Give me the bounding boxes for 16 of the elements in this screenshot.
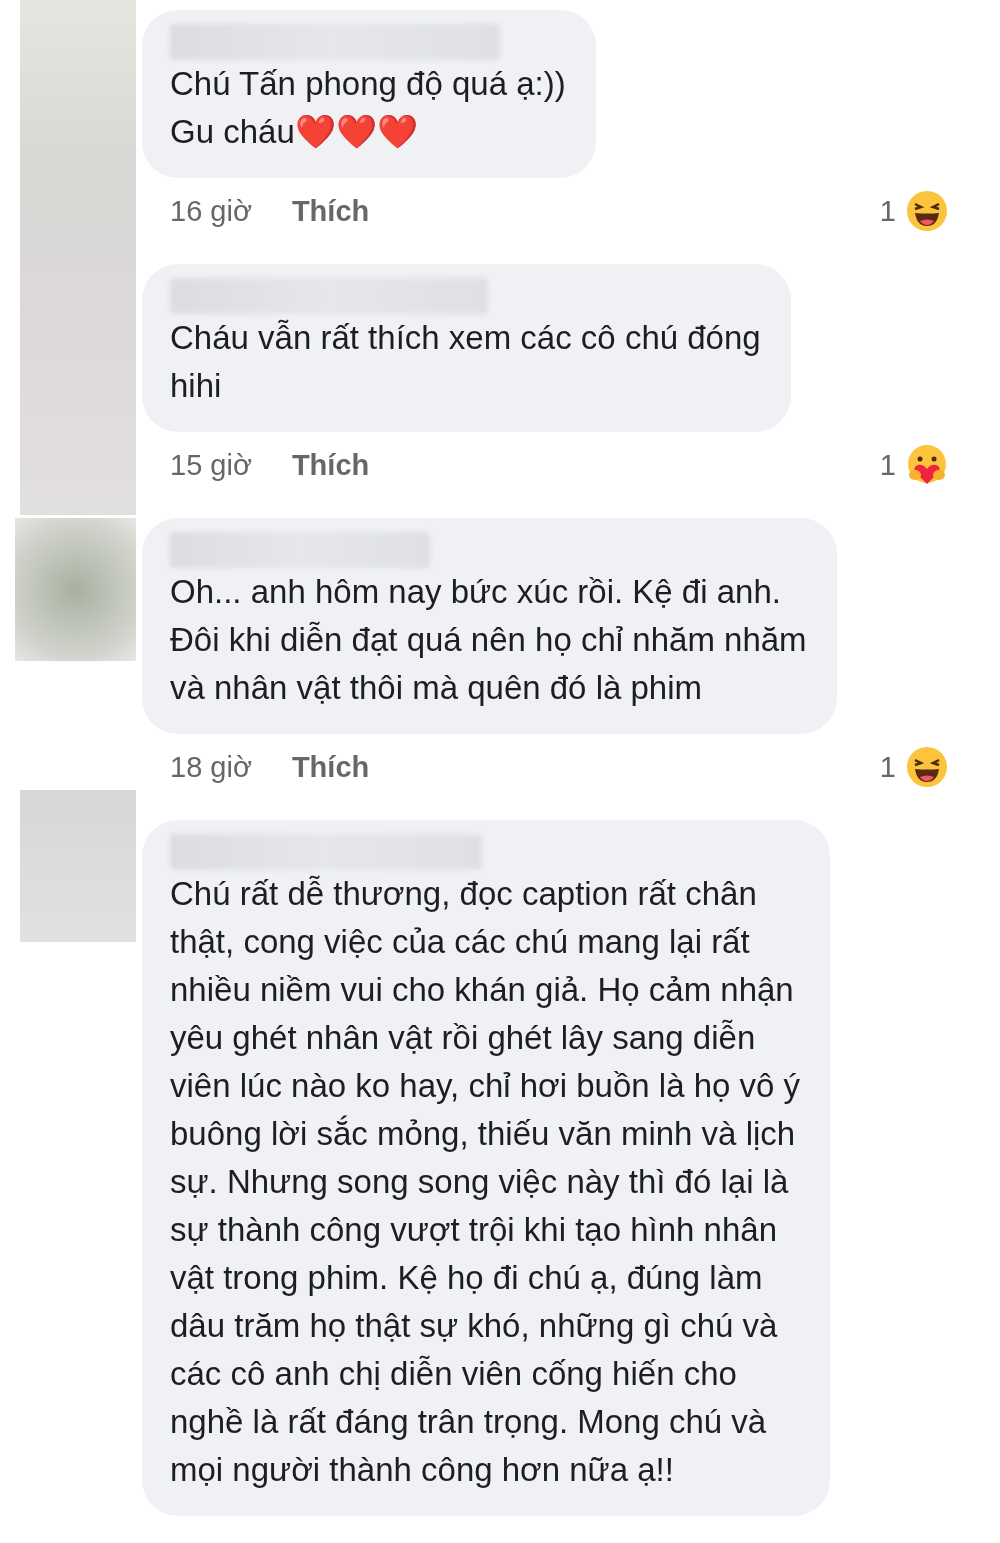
- reaction-count: 1: [879, 750, 896, 784]
- comment-time: 18 giờ: [170, 750, 252, 784]
- comment-text: Cháu vẫn rất thích xem các cô chú đóng hihi: [170, 318, 761, 406]
- comment-text: Chú rất dễ thương, đọc caption rất chân thật, cong việc của các chú mang lại rất nhiều niềm vui cho khán giả. Họ cảm nhận yêu ghét nhân vật rồi ghét lây sang diễn viên lúc nào ko hay, chỉ hơi buồn là họ vô ý buông lời sắc mỏng, thiếu văn minh và lịch sự. Nhưng song song việc này thì đó lại là sự thành công vượt trội khi tạo hình nhân vật trong phim. Kệ họ đi chú ạ, đúng làm dâu trăm họ thật sự khó, những gì chú và các cô anh chị diễn viên cống hiến cho nghề là rất đáng trân trọng. Mong chú và mọi người thành công hơn nữa ạ!!: [170, 874, 801, 1490]
- comment-text: Chú Tấn phong độ quá ạ:)) Gu cháu❤❤❤: [170, 64, 566, 152]
- comment-time: 16 giờ: [170, 194, 252, 228]
- comment-text: Oh... anh hôm nay bức xúc rồi. Kệ đi anh. Đôi khi diễn đạt quá nên họ chỉ nhăm nhăm và nhân vật thôi mà quên đó là phim: [170, 572, 807, 708]
- comment-time: 15 giờ: [170, 448, 252, 482]
- reaction-count: 1: [879, 448, 896, 482]
- like-link[interactable]: Thích: [291, 448, 370, 482]
- laughing-face-icon: [906, 746, 948, 788]
- laughing-face-icon: [906, 190, 948, 232]
- like-link[interactable]: Thích: [291, 194, 370, 228]
- reaction-count: 1: [879, 194, 896, 228]
- like-link[interactable]: Thích: [291, 750, 370, 784]
- hugging-face-icon: [906, 444, 948, 486]
